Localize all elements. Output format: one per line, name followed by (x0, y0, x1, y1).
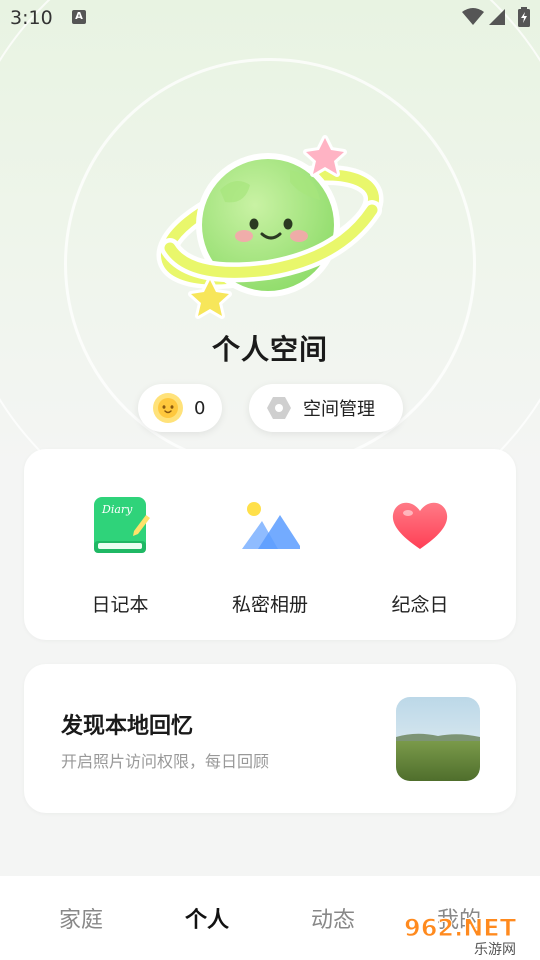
status-bar: 3:10 A (0, 0, 540, 36)
feature-label: 私密相册 (231, 594, 308, 616)
coins-count: 0 (194, 397, 206, 419)
page-title: 个人空间 (211, 333, 328, 366)
local-memory-card[interactable]: 发现本地回忆 开启照片访问权限，每日回顾 (24, 664, 516, 813)
hexagon-settings-icon (267, 397, 291, 419)
signal-icon (489, 9, 505, 25)
space-manage-button[interactable]: 空间管理 (249, 384, 403, 432)
memory-card-subtitle: 开启照片访问权限，每日回顾 (61, 752, 270, 771)
diary-icon-text: Diary (101, 503, 133, 516)
sun-coin-icon (153, 393, 183, 423)
feature-label: 日记本 (91, 594, 149, 616)
battery-icon (518, 7, 530, 27)
watermark-sub: 乐游网 (474, 942, 516, 958)
nav-tab-family[interactable]: 家庭 (21, 902, 141, 934)
feature-anniversary[interactable]: 纪念日 (345, 449, 495, 640)
feature-private-album[interactable]: 私密相册 (195, 449, 345, 640)
diary-icon: Diary (94, 497, 150, 553)
nav-tab-personal[interactable]: 个人 (147, 902, 267, 934)
notification-icon: A (72, 10, 86, 24)
planet-mascot-icon (156, 135, 384, 319)
space-manage-label: 空间管理 (303, 399, 375, 420)
features-card: Diary 日记本 私密相册 纪念日 (24, 449, 516, 640)
album-icon (242, 502, 300, 549)
status-time: 3:10 (10, 7, 53, 29)
memory-card-title: 发现本地回忆 (61, 714, 194, 739)
feature-diary[interactable]: Diary 日记本 (45, 449, 195, 640)
nav-tab-feed[interactable]: 动态 (273, 902, 393, 934)
watermark-logo: 962.NET 乐游网 (404, 914, 518, 959)
coins-badge[interactable]: 0 (138, 384, 222, 432)
heart-icon (392, 502, 448, 549)
feature-label: 纪念日 (391, 594, 449, 616)
watermark-text: 962.NET (404, 914, 517, 942)
landscape-thumbnail (396, 697, 480, 781)
wifi-icon (462, 8, 484, 25)
